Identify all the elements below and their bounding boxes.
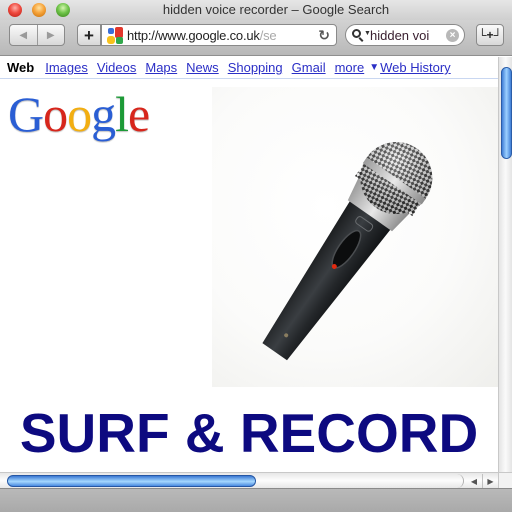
back-button[interactable]: ◀ (10, 25, 37, 45)
vertical-scroll-thumb[interactable] (501, 67, 512, 159)
scrollbar-corner (498, 472, 512, 488)
forward-button[interactable]: ▶ (36, 25, 65, 45)
browser-toolbar: ◀ ▶ + http://www.google.co.uk/se ↻ ▼ hid… (0, 20, 512, 56)
back-arrow-icon: ◀ (19, 29, 28, 41)
google-nav-bar: Web Images Videos Maps News Shopping Gma… (0, 57, 498, 79)
title-bar: hidden voice recorder – Google Search (0, 0, 512, 20)
scroll-right-button[interactable]: ▶ (482, 474, 498, 488)
bookmarks-button[interactable]: └+┘ (476, 24, 504, 46)
nav-link-news[interactable]: News (186, 60, 219, 75)
nav-link-maps[interactable]: Maps (145, 60, 177, 75)
google-favicon-icon (107, 26, 124, 44)
navigation-buttons: ◀ ▶ (9, 24, 65, 46)
search-field[interactable]: ▼ hidden voi × (345, 24, 465, 46)
surf-and-record-banner: SURF & RECORD (19, 402, 479, 464)
right-arrow-icon: ▶ (487, 476, 494, 486)
nav-link-gmail[interactable]: Gmail (292, 60, 326, 75)
nav-web-current: Web (7, 60, 35, 75)
add-bookmark-button[interactable]: + (77, 24, 101, 46)
microphone-image (212, 87, 498, 387)
nav-link-images[interactable]: Images (45, 60, 88, 75)
horizontal-scrollbar[interactable]: ◀ ▶ (0, 472, 498, 488)
more-dropdown-icon[interactable]: ▼ (369, 62, 379, 73)
logo-letter: o (67, 86, 92, 142)
logo-letter: e (128, 86, 150, 142)
left-arrow-icon: ◀ (470, 476, 478, 486)
web-page: Web Images Videos Maps News Shopping Gma… (0, 57, 498, 472)
bookmarks-icon: └+┘ (477, 28, 502, 42)
forward-arrow-icon: ▶ (46, 29, 55, 41)
logo-letter: o (43, 86, 68, 142)
clear-search-icon[interactable]: × (446, 28, 459, 42)
horizontal-scroll-track[interactable] (256, 474, 464, 488)
google-logo[interactable]: Google (8, 86, 150, 142)
nav-link-web-history[interactable]: Web History (380, 60, 451, 75)
address-bar[interactable]: http://www.google.co.uk/se ↻ (101, 24, 337, 46)
horizontal-scroll-thumb[interactable] (7, 475, 256, 487)
window-title: hidden voice recorder – Google Search (162, 2, 390, 17)
microphone-icon (262, 142, 433, 361)
logo-letter: g (91, 86, 116, 142)
nav-link-more[interactable]: more (335, 60, 365, 75)
status-bar (0, 488, 512, 512)
logo-letter: l (115, 86, 129, 142)
logo-letter: G (8, 86, 44, 142)
scroll-left-button[interactable]: ◀ (466, 474, 482, 488)
search-input[interactable]: hidden voi (370, 28, 446, 43)
vertical-scrollbar[interactable] (498, 57, 512, 472)
reload-icon[interactable]: ↻ (318, 27, 330, 44)
nav-link-videos[interactable]: Videos (97, 60, 137, 75)
url-text[interactable]: http://www.google.co.uk/se (127, 28, 277, 43)
nav-link-shopping[interactable]: Shopping (228, 60, 283, 75)
